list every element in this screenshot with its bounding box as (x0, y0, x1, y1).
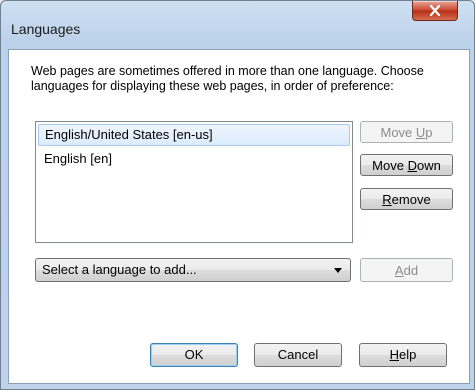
remove-label-post: emove (391, 192, 431, 207)
chevron-down-icon (334, 268, 342, 273)
dialog-title: Languages (11, 21, 81, 37)
dialog-content: Web pages are sometimes offered in more … (8, 49, 470, 384)
move-up-button[interactable]: Move Up (360, 121, 453, 143)
add-label-post: dd (403, 263, 419, 278)
add-button[interactable]: Add (360, 258, 453, 282)
title-bar[interactable]: Languages (1, 1, 474, 41)
close-icon (429, 5, 441, 16)
remove-label-key: R (382, 192, 392, 207)
cancel-button[interactable]: Cancel (254, 343, 342, 367)
list-item-label: English [en] (44, 151, 112, 166)
add-language-dropdown[interactable]: Select a language to add... (35, 258, 351, 282)
move-up-label-key: U (415, 125, 426, 140)
list-item[interactable]: English [en] (38, 148, 350, 170)
language-list[interactable]: English/United States [en-us] English [e… (35, 121, 353, 243)
ok-label: OK (184, 347, 204, 362)
move-down-label-pre: Move (372, 158, 408, 173)
ok-button[interactable]: OK (150, 343, 238, 367)
list-item[interactable]: English/United States [en-us] (38, 124, 350, 146)
move-down-label-key: D (407, 158, 417, 173)
dropdown-value: Select a language to add... (42, 262, 197, 277)
languages-dialog: Languages Web pages are sometimes offere… (0, 0, 475, 390)
cancel-label: Cancel (277, 347, 319, 362)
description-text: Web pages are sometimes offered in more … (31, 64, 424, 93)
move-up-label-post: p (425, 125, 433, 140)
add-label-key: A (394, 263, 404, 278)
move-up-label-pre: Move (380, 125, 416, 140)
help-label-key: H (389, 347, 400, 362)
move-down-label-post: own (416, 158, 441, 173)
remove-button[interactable]: Remove (360, 188, 453, 210)
list-item-label: English/United States [en-us] (45, 127, 213, 142)
help-label-post: elp (399, 347, 417, 362)
help-button[interactable]: Help (359, 343, 447, 367)
close-button[interactable] (412, 1, 458, 21)
move-down-button[interactable]: Move Down (360, 154, 453, 176)
